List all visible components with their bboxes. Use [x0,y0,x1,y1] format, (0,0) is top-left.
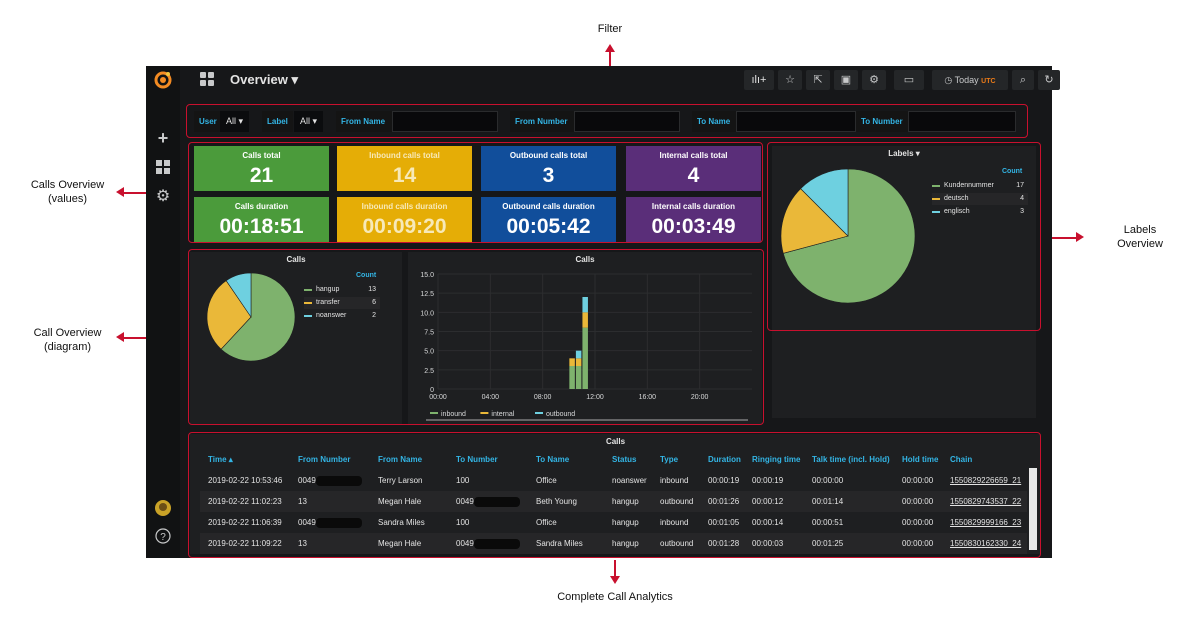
call-diagram-highlight [188,249,764,425]
refresh-icon[interactable]: ↻ [1038,70,1060,90]
analytics-arrow-head [610,576,620,584]
labels-overview-annotation: Labels Overview [1117,224,1163,250]
plus-icon[interactable]: + [146,129,180,147]
svg-text:?: ? [160,532,166,543]
grafana-logo-icon[interactable] [146,70,180,95]
call-diagram-annotation: Call Overview (diagram) [33,327,102,353]
gear-icon[interactable]: ⚙ [146,188,180,206]
clock-icon: ◷ [944,75,953,85]
dashboards-icon [200,72,214,86]
dashboard-title[interactable]: Overview ▾ [230,72,298,88]
top-bar: Overview ▾ ılı+ ☆ ⇱ ▣ ⚙ ▭ ◷ Today UTC ⌕ … [180,66,1060,94]
star-icon[interactable]: ☆ [778,70,802,90]
dashboards-icon[interactable] [146,160,180,179]
analytics-annotation: Complete Call Analytics [557,591,673,603]
time-picker[interactable]: ◷ Today UTC [932,70,1008,90]
user-avatar-icon[interactable] [146,500,180,521]
sidebar: + ⚙ ? [146,66,180,558]
dashboard-settings-icon[interactable]: ⚙ [862,70,886,90]
call-diagram-arrow-head [116,332,124,342]
help-icon[interactable]: ? [146,528,180,549]
calls-values-highlight [188,142,763,243]
zoom-out-icon[interactable]: ⌕ [1012,70,1034,90]
save-icon[interactable]: ▣ [834,70,858,90]
analytics-highlight [188,432,1041,558]
filter-annotation: Filter [597,23,623,35]
calls-overview-annotation: Calls Overview (values) [30,179,105,205]
share-icon[interactable]: ⇱ [806,70,830,90]
add-panel-icon[interactable]: ılı+ [744,70,774,90]
tv-mode-icon[interactable]: ▭ [894,70,924,90]
labels-arrow-head [1076,232,1084,242]
labels-highlight [767,142,1041,331]
filter-arrow-head [605,44,615,52]
filter-highlight [186,104,1028,138]
calls-overview-arrow-head [116,187,124,197]
